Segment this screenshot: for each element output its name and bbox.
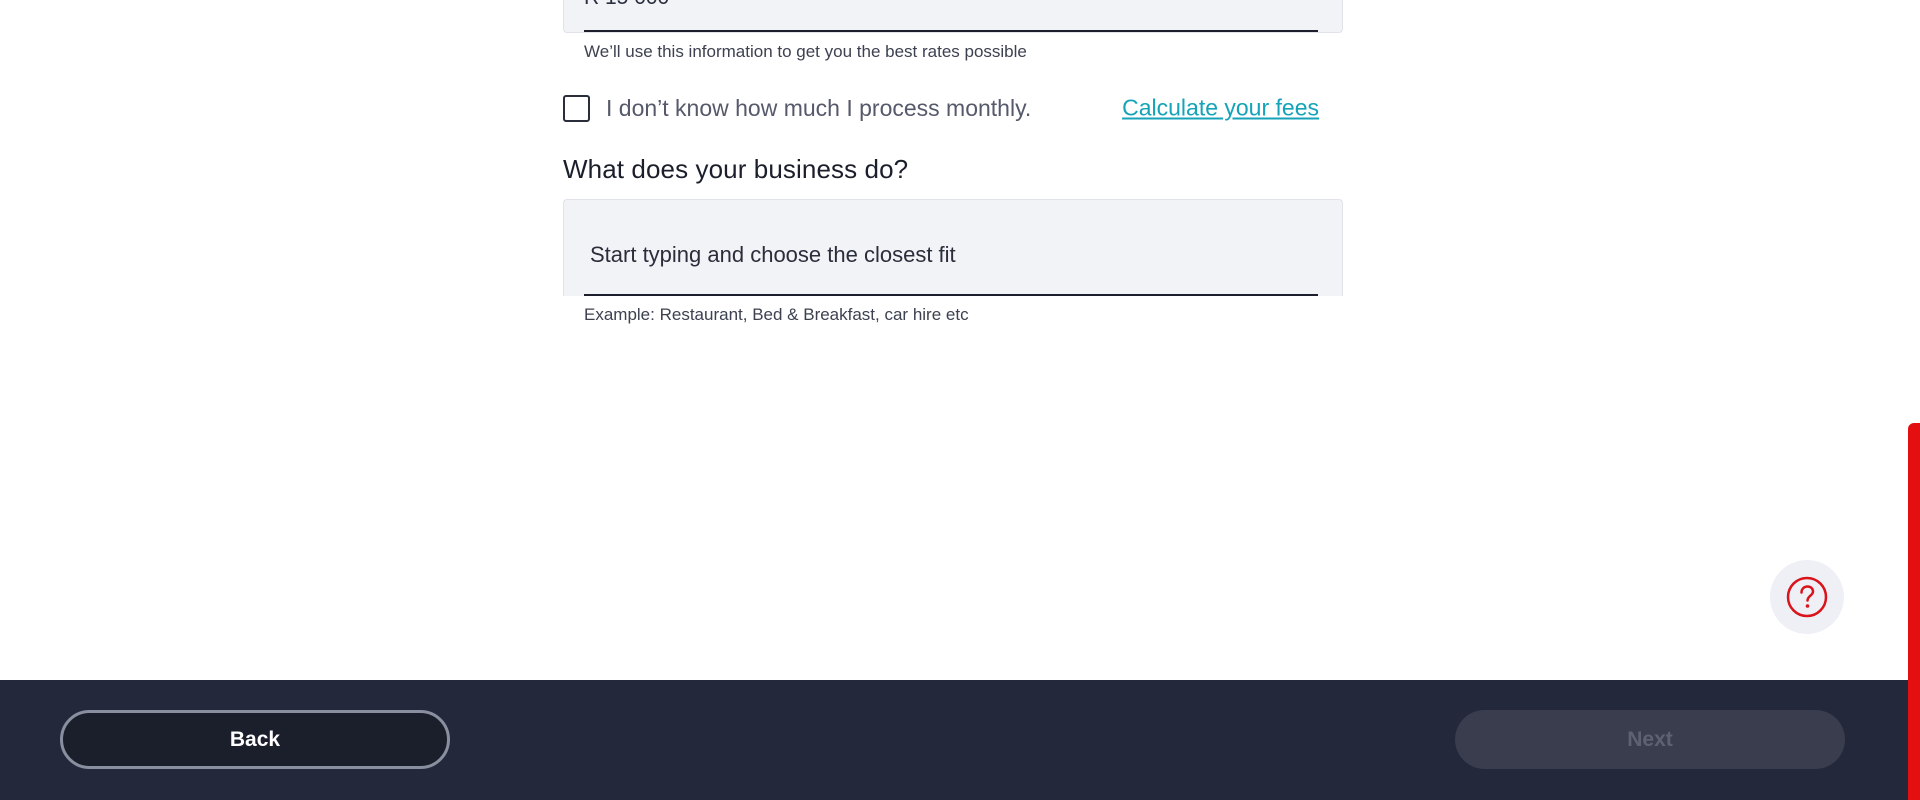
business-helper-text: Example: Restaurant, Bed & Breakfast, ca…	[584, 305, 969, 324]
calculate-fees-link[interactable]: Calculate your fees	[1122, 95, 1319, 122]
question-circle-icon	[1786, 576, 1828, 618]
business-type-input[interactable]	[590, 242, 1290, 268]
business-type-field[interactable]	[563, 199, 1343, 296]
field-underline	[584, 30, 1318, 32]
business-question-heading: What does your business do?	[563, 154, 909, 184]
unknown-processing-checkbox[interactable]	[563, 94, 590, 122]
monthly-revenue-field[interactable]: R 15 000	[563, 0, 1343, 33]
unknown-processing-label[interactable]: I don’t know how much I process monthly.	[606, 95, 1031, 122]
monthly-revenue-value[interactable]: R 15 000	[584, 0, 669, 10]
back-button[interactable]: Back	[60, 710, 450, 769]
unknown-processing-row: I don’t know how much I process monthly.…	[563, 88, 1343, 128]
form-content: R 15 000 We’ll use this information to g…	[563, 0, 1343, 325]
scrollbar-thumb[interactable]	[1908, 423, 1920, 800]
help-button[interactable]	[1770, 560, 1844, 634]
revenue-helper-text: We’ll use this information to get you th…	[584, 42, 1027, 61]
page: R 15 000 We’ll use this information to g…	[0, 0, 1920, 800]
field-underline	[584, 294, 1318, 296]
next-button: Next	[1455, 710, 1845, 769]
footer-bar: Back Next	[0, 680, 1920, 800]
